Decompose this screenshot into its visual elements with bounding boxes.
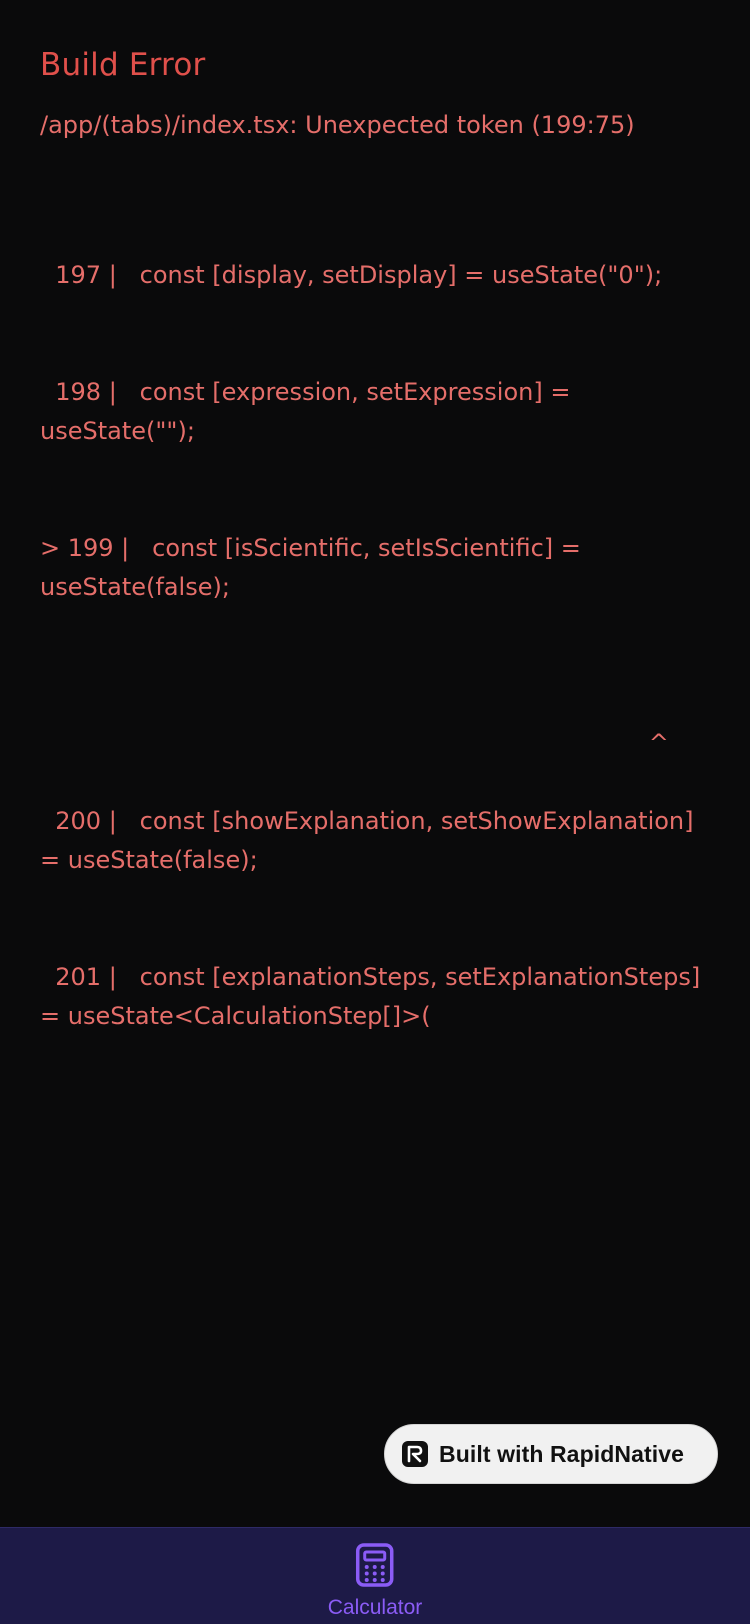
tab-calculator[interactable]: Calculator [327, 1542, 423, 1620]
error-title: Build Error [40, 47, 206, 83]
error-caret-marker: ^ [648, 729, 669, 757]
code-line-198: 198 | const [expression, setExpression] … [40, 378, 579, 445]
error-message: /app/(tabs)/index.tsx: Unexpected token … [40, 111, 635, 139]
code-line-201: 201 | const [explanationSteps, setExplan… [40, 963, 708, 1030]
code-line-200: 200 | const [showExplanation, setShowExp… [40, 807, 702, 874]
bottom-tab-bar: Calculator [0, 1527, 750, 1624]
rapidnative-logo-icon [402, 1441, 428, 1467]
badge-label: Built with RapidNative [439, 1440, 684, 1467]
code-frame: 197 | const [display, setDisplay] = useS… [40, 178, 710, 1114]
code-line-199: > 199 | const [isScientific, setIsScient… [40, 534, 589, 601]
tab-calculator-label: Calculator [327, 1596, 423, 1619]
calculator-icon [356, 1543, 394, 1587]
build-error-screen: Build Error /app/(tabs)/index.tsx: Unexp… [0, 0, 750, 1527]
built-with-rapidnative-badge[interactable]: Built with RapidNative [384, 1424, 718, 1484]
error-caret: ^ [40, 685, 710, 757]
code-line-197: 197 | const [display, setDisplay] = useS… [40, 261, 663, 289]
